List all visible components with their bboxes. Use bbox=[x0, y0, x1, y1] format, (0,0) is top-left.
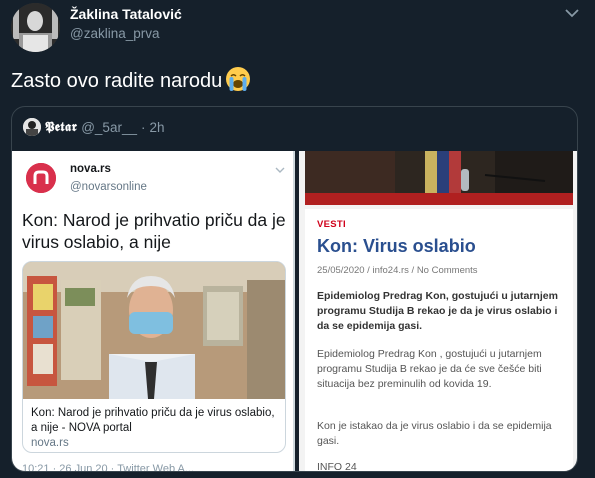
news-card-source: nova.rs bbox=[31, 437, 69, 449]
news-photo bbox=[23, 262, 285, 399]
news-account-handle: @novarsonline bbox=[70, 181, 147, 193]
news-account-name: nova.rs bbox=[70, 163, 111, 175]
loudly-crying-face-emoji-icon bbox=[226, 67, 251, 91]
news-headline: Kon: Narod je prihvatio priču da je viru… bbox=[22, 210, 286, 252]
tweet-text-content: Zasto ovo radite narodu bbox=[11, 70, 223, 92]
quoted-author-avatar[interactable] bbox=[23, 118, 41, 136]
article-meta: 25/05/2020 / info24.rs / No Comments bbox=[317, 265, 478, 276]
separator-dot: · bbox=[140, 119, 146, 135]
quoted-image-right[interactable]: VESTI Kon: Virus oslabio 25/05/2020 / in… bbox=[299, 151, 577, 472]
quoted-timestamp[interactable]: 2h bbox=[149, 120, 164, 135]
news-link-card: Kon: Narod je prihvatio priču da je viru… bbox=[22, 261, 286, 453]
article-paragraph-1: Epidemiolog Predrag Kon , gostujući u ju… bbox=[317, 348, 542, 390]
article-signature: INFO 24 bbox=[317, 461, 357, 472]
quoted-author-handle[interactable]: @_5ar__ bbox=[81, 120, 137, 135]
article-paragraph-2: Kon je istakao da je virus oslabio i da … bbox=[317, 420, 552, 447]
quoted-tweet-header: 𝕻𝖊𝖙𝖆𝖗 @_5ar__ · 2h bbox=[23, 118, 165, 136]
chevron-down-icon[interactable] bbox=[563, 6, 581, 20]
embedded-tweet-footer: 10:21 · 26 Jun 20 · Twitter Web A... bbox=[22, 463, 195, 472]
article-category: VESTI bbox=[317, 219, 346, 230]
quoted-author-name[interactable]: 𝕻𝖊𝖙𝖆𝖗 bbox=[45, 120, 77, 135]
chevron-down-icon bbox=[275, 167, 285, 173]
quoted-tweet[interactable]: 𝕻𝖊𝖙𝖆𝖗 @_5ar__ · 2h nova.rs @novarsonline… bbox=[11, 106, 578, 472]
author-handle[interactable]: @zaklina_prva bbox=[70, 26, 160, 41]
tweet-text: Zasto ovo radite narodu bbox=[11, 66, 251, 94]
author-avatar[interactable] bbox=[11, 3, 60, 52]
article-photo bbox=[305, 151, 573, 205]
quoted-image-left[interactable]: nova.rs @novarsonline Kon: Narod je prih… bbox=[12, 151, 295, 472]
article-title: Kon: Virus oslabio bbox=[317, 236, 476, 256]
nova-logo-icon bbox=[26, 163, 56, 193]
news-card-title: Kon: Narod je prihvatio priču da je viru… bbox=[31, 407, 275, 434]
article-lead: Epidemiolog Predrag Kon, gostujući u jut… bbox=[317, 290, 558, 332]
author-name[interactable]: Žaklina Tatalović bbox=[70, 6, 182, 22]
article-panel: VESTI Kon: Virus oslabio 25/05/2020 / in… bbox=[305, 209, 573, 472]
